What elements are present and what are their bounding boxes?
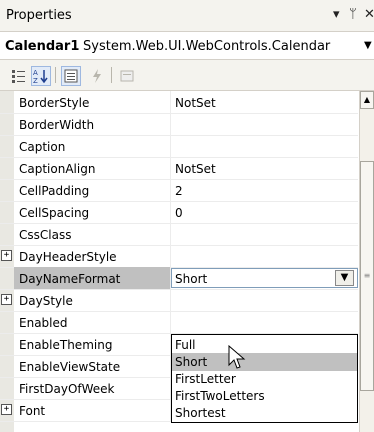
property-row[interactable]: CssClass: [0, 223, 358, 246]
panel-titlebar: Properties ▾ ᛘ ✕: [0, 0, 374, 32]
dropdown-option-label: Short: [175, 355, 208, 369]
column-divider: [170, 113, 171, 135]
property-row[interactable]: BorderWidth: [0, 113, 358, 136]
property-name: CellPadding: [19, 184, 90, 198]
dropdown-option[interactable]: FirstTwoLetters: [172, 387, 357, 405]
property-name: EnableTheming: [19, 338, 113, 352]
object-type: System.Web.UI.WebControls.Calendar: [83, 39, 331, 54]
property-row[interactable]: CaptionAlign NotSet: [0, 157, 358, 180]
mouse-cursor-icon: [228, 345, 246, 369]
day-name-format-dropdown[interactable]: Full Short FirstLetter FirstTwoLetters Short…: [171, 334, 358, 423]
property-name: DayHeaderStyle: [19, 250, 117, 264]
property-row[interactable]: Caption: [0, 135, 358, 158]
property-row[interactable]: CellSpacing 0: [0, 201, 358, 224]
property-name: CellSpacing: [19, 206, 90, 220]
property-name: CaptionAlign: [19, 162, 96, 176]
expand-icon[interactable]: +: [1, 250, 12, 261]
column-divider: [170, 135, 171, 157]
property-pages-icon[interactable]: [117, 66, 137, 86]
alphabetical-icon[interactable]: A Z: [31, 66, 51, 86]
dropdown-option-label: FirstTwoLetters: [175, 389, 265, 403]
column-divider: [170, 289, 171, 311]
categorized-icon[interactable]: [9, 66, 29, 86]
properties-toolbar: A Z: [0, 60, 374, 91]
window-position-dropdown-icon[interactable]: ▾: [333, 7, 340, 22]
property-value: NotSet: [175, 162, 216, 176]
dropdown-option-label: FirstLetter: [175, 372, 236, 386]
svg-text:Z: Z: [33, 77, 38, 85]
chevron-down-icon[interactable]: ▼: [364, 40, 372, 51]
property-row[interactable]: + DayStyle: [0, 289, 358, 312]
expand-icon[interactable]: +: [1, 294, 12, 305]
dropdown-option[interactable]: FirstLetter: [172, 370, 357, 388]
property-value: NotSet: [175, 96, 216, 110]
column-divider: [170, 245, 171, 267]
column-divider: [170, 223, 171, 245]
property-value: 0: [175, 206, 183, 220]
column-divider: [170, 201, 171, 223]
property-name: BorderStyle: [19, 96, 90, 110]
object-selector[interactable]: Calendar1 System.Web.UI.WebControls.Cale…: [0, 32, 374, 60]
vertical-scrollbar[interactable]: ▲ ≡: [359, 91, 374, 432]
close-icon[interactable]: ✕: [364, 7, 374, 22]
column-divider: [170, 91, 171, 113]
property-row[interactable]: DayNameFormat ▼ Short: [0, 267, 358, 290]
scroll-up-arrow[interactable]: ▲: [360, 91, 374, 109]
property-name: Enabled: [19, 316, 68, 330]
property-row[interactable]: + DayHeaderStyle: [0, 245, 358, 268]
svg-text:A: A: [33, 69, 38, 77]
property-name: DayNameFormat: [19, 272, 121, 286]
properties-icon[interactable]: [61, 66, 81, 86]
property-name: DayStyle: [19, 294, 73, 308]
toolbar-separator: [55, 67, 56, 83]
property-name: EnableViewState: [19, 360, 121, 374]
column-divider: [170, 311, 171, 333]
property-name: Font: [19, 404, 46, 418]
property-name: CssClass: [19, 228, 72, 242]
property-row[interactable]: Enabled: [0, 311, 358, 334]
property-value: Short: [175, 272, 208, 286]
property-row[interactable]: CellPadding 2: [0, 179, 358, 202]
scroll-thumb[interactable]: ≡: [360, 161, 374, 391]
toolbar-separator: [111, 67, 112, 83]
dropdown-option[interactable]: Short: [172, 353, 357, 371]
column-divider: [170, 157, 171, 179]
dropdown-option-label: Shortest: [175, 406, 226, 420]
dropdown-option[interactable]: Shortest: [172, 404, 357, 422]
dropdown-option[interactable]: Full: [172, 336, 357, 354]
chevron-down-icon[interactable]: ▼: [335, 270, 354, 286]
property-name: Caption: [19, 140, 66, 154]
property-value: 2: [175, 184, 183, 198]
property-name: FirstDayOfWeek: [19, 382, 115, 396]
panel-title: Properties: [6, 8, 72, 23]
column-divider: [170, 179, 171, 201]
property-name: BorderWidth: [19, 118, 95, 132]
expand-icon[interactable]: +: [1, 404, 12, 415]
events-icon[interactable]: [87, 66, 107, 86]
autohide-pin-icon[interactable]: ᛘ: [349, 7, 357, 22]
property-row[interactable]: BorderStyle NotSet: [0, 91, 358, 114]
dropdown-option-label: Full: [175, 338, 196, 352]
object-name: Calendar1: [5, 39, 80, 54]
